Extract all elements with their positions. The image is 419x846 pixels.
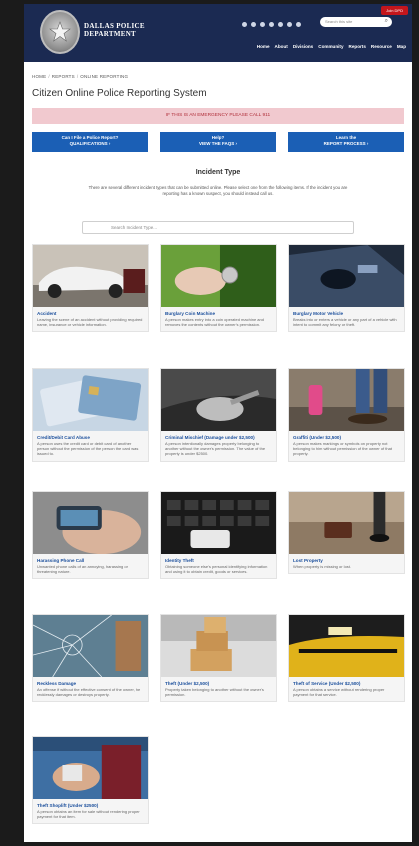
view-faqs-button[interactable]: Help? VIEW THE FAQS › [160, 132, 276, 152]
damaged-property-icon [161, 369, 276, 431]
social-links [242, 22, 301, 27]
police-badge-logo[interactable] [40, 10, 80, 54]
site-search-placeholder: Search this site [325, 19, 353, 24]
breadcrumb: HOME / REPORTS / ONLINE REPORTING [32, 74, 129, 79]
card-description: Property taken belonging to another with… [165, 687, 264, 698]
search-icon[interactable]: ⌕ [385, 18, 388, 25]
card-description: A person uses the credit card or debit c… [37, 441, 139, 457]
card-description: A person makes markings or symbols on pr… [293, 441, 392, 457]
rss-icon[interactable] [296, 22, 301, 27]
brand-line-2: DEPARTMENT [84, 30, 137, 38]
card-title[interactable]: Credit/Debit Card Abuse [33, 431, 148, 441]
nav-resource[interactable]: Resource [371, 44, 392, 49]
card-title[interactable]: Burglary Motor Vehicle [289, 307, 404, 317]
nextdoor-icon[interactable] [278, 22, 283, 27]
card-title[interactable]: Accident [33, 307, 148, 317]
phone-icon [33, 492, 148, 554]
card-description: A person obtains a service without rende… [293, 687, 385, 698]
site-search-input[interactable]: Search this site ⌕ [320, 17, 392, 27]
card-description: Obtaining someone else's personal identi… [165, 564, 268, 575]
report-process-button[interactable]: Learn the REPORT PROCESS › [288, 132, 404, 152]
incident-card-burglary-motor-vehicle[interactable]: Burglary Motor Vehicle Breaks into or en… [288, 244, 405, 333]
card-description: A person obtains an item for sale withou… [37, 809, 140, 820]
card-description: An offense if without the effective cons… [37, 687, 141, 698]
card-description: A person intentionally damages property … [165, 441, 266, 457]
incident-type-description: There are several different incident typ… [88, 185, 348, 196]
main-nav: Home About Divisions Community Reports R… [257, 44, 406, 49]
incident-card-burglary-coin-machine[interactable]: Burglary Coin Machine A person makes ent… [160, 244, 277, 333]
incident-card-graffiti[interactable]: Graffiti (Under $2,500) A person makes m… [288, 368, 405, 462]
card-title[interactable]: Graffiti (Under $2,500) [289, 431, 404, 441]
breadcrumb-online-reporting: ONLINE REPORTING [80, 74, 129, 79]
breadcrumb-reports[interactable]: REPORTS [52, 74, 75, 79]
site-header: DALLAS POLICE DEPARTMENT Join DPD Search… [24, 4, 412, 62]
taxi-icon [289, 615, 404, 677]
nav-divisions[interactable]: Divisions [293, 44, 313, 49]
credit-cards-icon [33, 369, 148, 431]
lost-wallet-icon [289, 492, 404, 554]
card-title[interactable]: Lost Property [289, 554, 404, 564]
page-title: Citizen Online Police Reporting System [32, 88, 207, 99]
faqs-line-2: VIEW THE FAQS › [198, 141, 237, 146]
card-title[interactable]: Criminal Mischief (Damage under $2,500) [161, 431, 276, 441]
card-description: Unwanted phone calls of an annoying, har… [37, 564, 128, 575]
incident-card-accident[interactable]: Accident Leaving the scene of an acciden… [32, 244, 149, 333]
twitter-icon[interactable] [251, 22, 256, 27]
breadcrumb-home[interactable]: HOME [32, 74, 46, 79]
card-description: Leaving the scene of an accident without… [37, 317, 143, 328]
incident-card-reckless-damage[interactable]: Reckless Damage An offense if without th… [32, 614, 149, 703]
car-accident-icon [33, 245, 148, 307]
card-description: A person makes entry into a coin operate… [165, 317, 264, 328]
shoplift-icon [33, 737, 148, 799]
incident-type-search-input[interactable]: Search Incident Type... [82, 221, 354, 234]
nav-reports[interactable]: Reports [349, 44, 366, 49]
incident-card-identity-theft[interactable]: Identity Theft Obtaining someone else's … [160, 491, 277, 580]
incident-card-theft[interactable]: Theft (Under $2,500) Property taken belo… [160, 614, 277, 703]
facebook-icon[interactable] [242, 22, 247, 27]
nav-map[interactable]: Map [397, 44, 406, 49]
nav-home[interactable]: Home [257, 44, 270, 49]
brand-line-1: DALLAS POLICE [84, 22, 145, 30]
incident-card-harassing-phone-call[interactable]: Harassing Phone Call Unwanted phone call… [32, 491, 149, 580]
emergency-banner: IF THIS IS AN EMERGENCY PLEASE CALL 911 [32, 108, 404, 124]
coin-machine-icon [161, 245, 276, 307]
instagram-icon[interactable] [269, 22, 274, 27]
boxes-icon [161, 615, 276, 677]
incident-card-lost-property[interactable]: Lost Property When property is missing o… [288, 491, 405, 575]
incident-card-theft-of-service[interactable]: Theft of Service (Under $2,500) A person… [288, 614, 405, 703]
process-line-2: REPORT PROCESS › [323, 141, 369, 146]
youtube-icon[interactable] [260, 22, 265, 27]
incident-type-heading: Incident Type [195, 169, 241, 176]
join-dpd-button[interactable]: Join DPD [381, 6, 408, 15]
card-title[interactable]: Theft (Under $2,500) [161, 677, 276, 687]
browser-page: DALLAS POLICE DEPARTMENT Join DPD Search… [24, 4, 412, 842]
incident-card-theft-shoplift[interactable]: Theft Shoplift (Under $2500) A person ob… [32, 736, 149, 825]
incident-card-criminal-mischief[interactable]: Criminal Mischief (Damage under $2,500) … [160, 368, 277, 462]
card-description: When property is missing or lost. [293, 564, 352, 569]
vehicle-break-in-icon [289, 245, 404, 307]
keyboard-icon [161, 492, 276, 554]
card-title[interactable]: Harassing Phone Call [33, 554, 148, 564]
card-title[interactable]: Reckless Damage [33, 677, 148, 687]
qualifications-button[interactable]: Can I File a Police Report? QUALIFICATIO… [32, 132, 148, 152]
star-icon [49, 21, 71, 42]
card-title[interactable]: Theft of Service (Under $2,500) [289, 677, 404, 687]
spray-paint-icon [289, 369, 404, 431]
linkedin-icon[interactable] [287, 22, 292, 27]
broken-glass-icon [33, 615, 148, 677]
card-title[interactable]: Identity Theft [161, 554, 276, 564]
card-title[interactable]: Theft Shoplift (Under $2500) [33, 799, 148, 809]
qualifications-line-2: QUALIFICATIONS › [69, 141, 111, 146]
card-description: Breaks into or enters a vehicle or any p… [293, 317, 397, 328]
nav-community[interactable]: Community [318, 44, 343, 49]
nav-about[interactable]: About [275, 44, 288, 49]
brand-name[interactable]: DALLAS POLICE DEPARTMENT [84, 22, 145, 38]
incident-card-credit-debit-card-abuse[interactable]: Credit/Debit Card Abuse A person uses th… [32, 368, 149, 462]
card-title[interactable]: Burglary Coin Machine [161, 307, 276, 317]
